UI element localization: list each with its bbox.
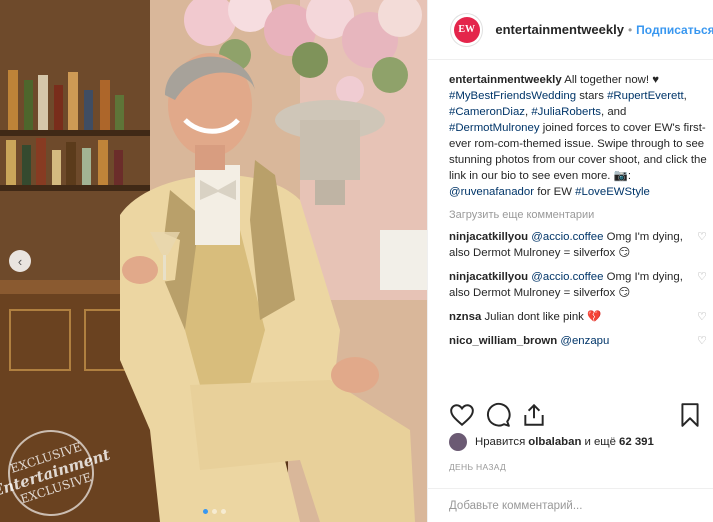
comment-username[interactable]: nico_william_brown <box>449 335 557 347</box>
caption-text: All together now! <box>561 74 653 86</box>
hashtag-link[interactable]: #DermotMulroney <box>449 122 540 134</box>
liker-avatar[interactable] <box>449 433 467 451</box>
account-username[interactable]: entertainmentweekly <box>495 22 624 37</box>
heart-outline-icon[interactable]: ♡ <box>697 272 707 283</box>
follow-button[interactable]: Подписаться <box>636 23 713 37</box>
hashtag-link[interactable]: #MyBestFriendsWedding <box>449 90 576 102</box>
load-more-comments-button[interactable]: Загрузить еще комментарии <box>449 209 711 221</box>
camera-emoji: 📷 <box>613 170 628 182</box>
comment-username[interactable]: nznsa <box>449 311 481 323</box>
hashtag-link[interactable]: #CameronDiaz <box>449 106 525 118</box>
comment-item: nznsa Julian dont like pink 💔 ♡ <box>449 309 711 325</box>
carousel-dot <box>203 509 208 514</box>
likes-prefix-text: Нравится <box>475 436 526 448</box>
comment-bubble-icon[interactable] <box>485 402 511 428</box>
heart-outline-icon[interactable]: ♡ <box>697 232 707 243</box>
post-photo[interactable]: ‹ EXCLUSIVE Entertainment EXCLUSIVE <box>0 0 427 522</box>
likes-summary: Нравится olbalaban и ещё 62 391 <box>449 433 657 451</box>
heart-outline-icon[interactable]: ♡ <box>697 312 707 323</box>
comment-username[interactable]: ninjacatkillyou <box>449 271 528 283</box>
caption-text: for EW <box>534 186 576 198</box>
caption-text: stars <box>576 90 608 102</box>
like-heart-icon[interactable] <box>449 402 475 428</box>
share-upload-icon[interactable] <box>521 402 547 428</box>
mention-link[interactable]: @enzapu <box>560 335 609 347</box>
chevron-left-icon: ‹ <box>17 253 23 269</box>
comment-item: ninjacatkillyou @accio.coffee Omg I'm dy… <box>449 269 711 301</box>
bookmark-icon[interactable] <box>677 402 703 428</box>
caption-username[interactable]: entertainmentweekly <box>449 74 562 86</box>
post-caption: entertainmentweekly All together now! ♥ … <box>449 72 711 200</box>
comment-username[interactable]: ninjacatkillyou <box>449 231 528 243</box>
caption-text: : <box>627 170 631 182</box>
caption-text: , <box>683 90 687 102</box>
ew-logo-icon: EW <box>453 16 480 43</box>
likes-middle-text: и ещё <box>584 436 617 448</box>
header-separator: • <box>627 22 633 37</box>
carousel-indicator <box>203 509 226 514</box>
post-date[interactable]: ДЕНЬ НАЗАД <box>449 462 506 472</box>
mention-link[interactable]: @accio.coffee <box>531 231 603 243</box>
heart-emoji: ♥ <box>652 74 659 86</box>
heart-outline-icon[interactable]: ♡ <box>697 336 707 347</box>
post-side-panel: EW entertainmentweekly • Подписаться ent… <box>427 0 713 522</box>
hashtag-link[interactable]: #LoveEWStyle <box>575 186 650 198</box>
hashtag-link[interactable]: #JuliaRoberts <box>531 106 601 118</box>
mention-link[interactable]: @accio.coffee <box>531 271 603 283</box>
carousel-dot <box>212 509 217 514</box>
liker-username[interactable]: olbalaban <box>528 436 581 448</box>
carousel-prev-button[interactable]: ‹ <box>9 250 31 272</box>
comment-item: nico_william_brown @enzapu ♡ <box>449 333 711 349</box>
add-comment-input[interactable]: Добавьте комментарий... <box>428 488 713 522</box>
comment-item: ninjacatkillyou @accio.coffee Omg I'm dy… <box>449 229 711 261</box>
post-actions-bar <box>449 400 703 430</box>
post-header: EW entertainmentweekly • Подписаться <box>428 0 713 60</box>
caption-text: , and <box>600 106 627 118</box>
comments-list[interactable]: entertainmentweekly All together now! ♥ … <box>449 72 711 394</box>
hashtag-link[interactable]: #RupertEverett <box>607 90 684 102</box>
likes-count[interactable]: 62 391 <box>619 436 654 448</box>
comment-text: Julian dont like pink 💔 <box>481 311 602 323</box>
mention-link[interactable]: @ruvenafanador <box>449 186 534 198</box>
account-avatar[interactable]: EW <box>450 12 484 47</box>
carousel-dot <box>221 509 226 514</box>
